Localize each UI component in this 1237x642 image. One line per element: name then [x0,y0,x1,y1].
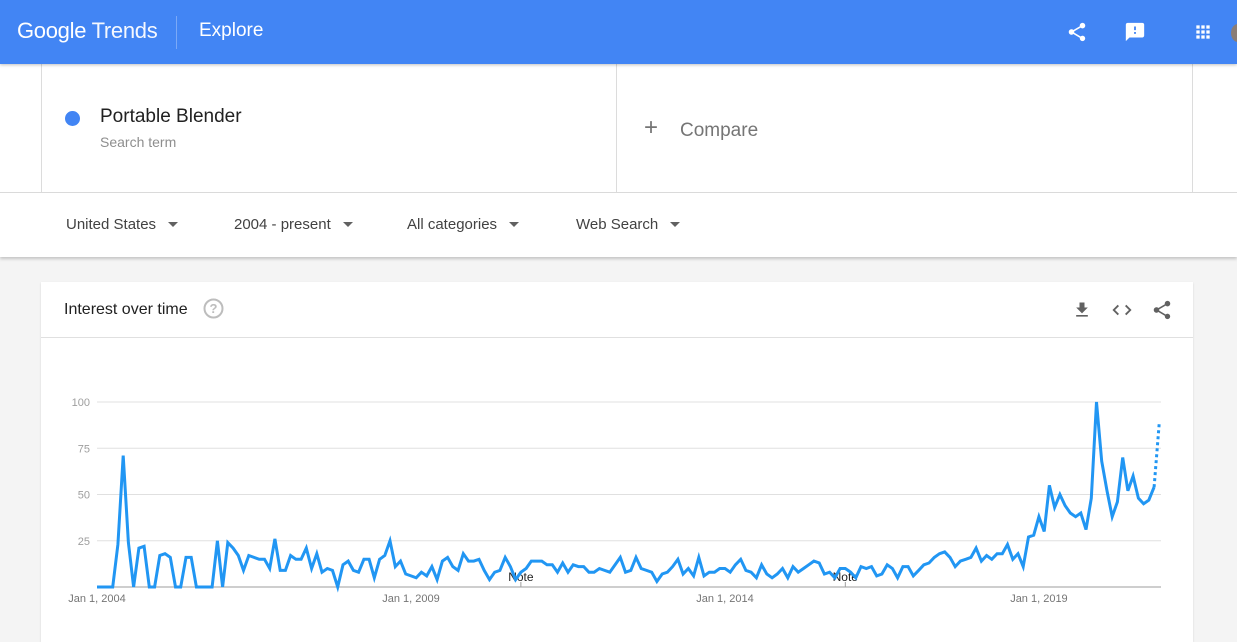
search-property-value: Web Search [576,216,659,233]
compare-button[interactable]: + Compare [617,64,1193,193]
chevron-down-icon [168,222,179,227]
search-term-name[interactable]: Portable Blender [100,106,242,128]
card-title: Interest over time [64,301,188,318]
search-terms-panel: Portable Blender Search term + Compare [0,64,1237,193]
page-title: Explore [199,20,264,41]
chevron-down-icon [342,222,353,227]
logo-google-text: Google [17,18,87,43]
category-value: All categories [407,216,498,233]
embed-code-icon [1112,304,1132,316]
region-dropdown[interactable]: United States [66,216,179,233]
card-share-button[interactable] [1151,299,1173,321]
embed-button[interactable] [1111,299,1133,321]
share-icon [1153,300,1171,320]
search-term-type: Search term [100,134,177,150]
time-range-value: 2004 - present [234,216,331,233]
apps-button[interactable] [1190,18,1216,46]
region-value: United States [66,216,157,233]
plus-icon: + [644,114,659,141]
share-button[interactable] [1064,18,1090,46]
interest-over-time-card: Interest over time ? [41,282,1193,642]
share-icon [1068,22,1086,42]
time-range-dropdown[interactable]: 2004 - present [234,216,353,233]
account-avatar[interactable] [1231,24,1237,42]
chevron-down-icon [670,222,681,227]
download-icon [1076,302,1088,317]
download-button[interactable] [1071,299,1093,321]
category-dropdown[interactable]: All categories [407,216,520,233]
search-term-card[interactable]: Portable Blender Search term [41,64,617,193]
apps-grid-icon [1196,25,1210,39]
google-trends-logo[interactable]: Google Trends [17,18,158,44]
svg-text:?: ? [210,301,218,316]
logo-trends-text: Trends [91,18,158,43]
filter-bar: United States 2004 - present All categor… [0,193,1237,257]
top-app-bar: Google Trends Explore [0,0,1237,64]
chevron-down-icon [509,222,520,227]
feedback-icon [1125,22,1145,42]
compare-label: Compare [680,120,759,141]
header-divider [176,16,177,49]
term-color-dot [65,111,80,126]
search-property-dropdown[interactable]: Web Search [576,216,681,233]
card-header: Interest over time ? [41,282,1193,338]
feedback-button[interactable] [1122,18,1148,46]
help-circle-icon[interactable]: ? [203,298,224,319]
